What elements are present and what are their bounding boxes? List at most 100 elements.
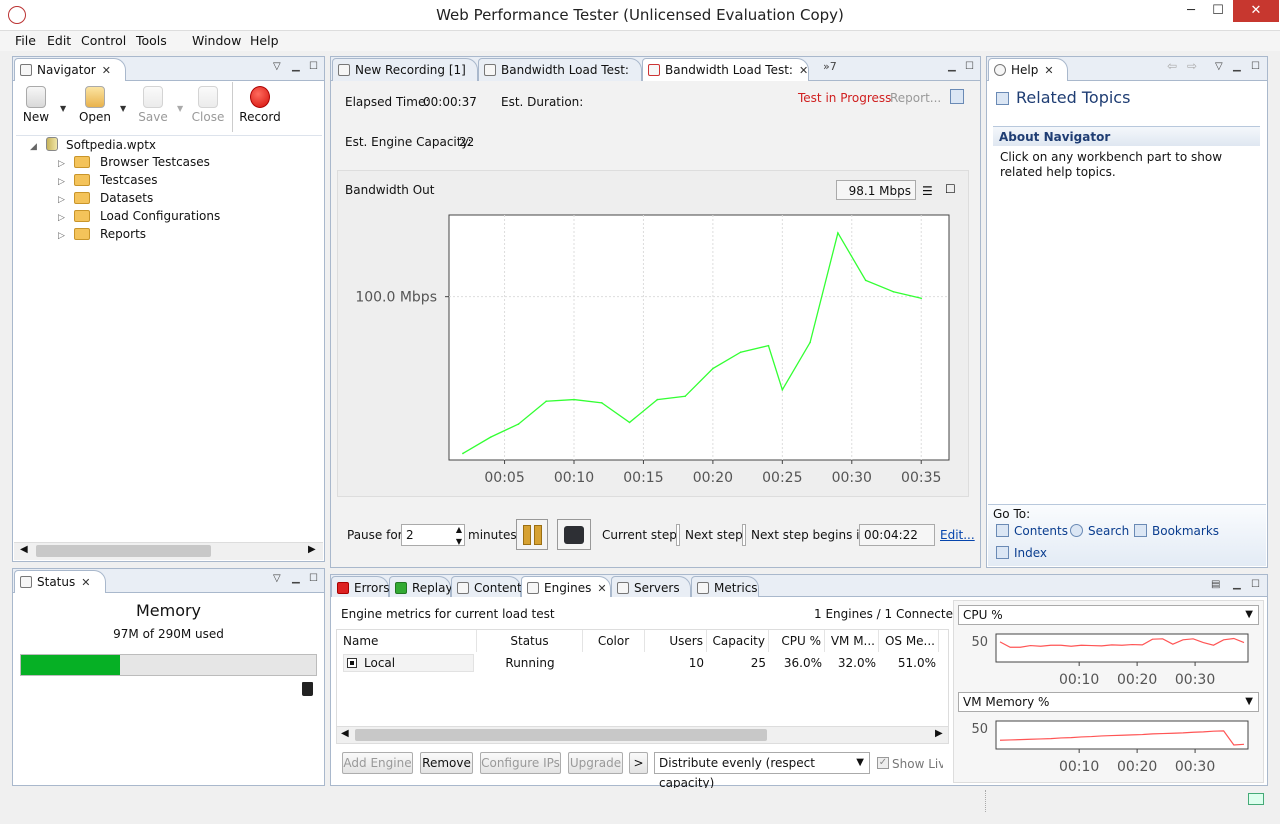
close-tab-icon[interactable]: ✕ bbox=[102, 64, 111, 77]
distribute-select[interactable]: Distribute evenly (respect capacity) ▼ bbox=[654, 752, 870, 790]
minimize-view-icon[interactable]: ▁ bbox=[1233, 579, 1241, 590]
pause-spinner[interactable]: 2 ▲ ▼ bbox=[401, 524, 465, 546]
tab-status[interactable]: Status ✕ bbox=[14, 570, 106, 593]
configure-ips-button[interactable]: Configure IPs bbox=[480, 752, 561, 774]
menu-window[interactable]: Window bbox=[192, 33, 241, 48]
more-button[interactable]: > bbox=[629, 752, 648, 774]
close-tab-icon[interactable]: ✕ bbox=[81, 576, 90, 589]
progress-icon[interactable] bbox=[1248, 793, 1264, 805]
expand-arrow-icon[interactable]: ▷ bbox=[58, 213, 74, 223]
col-status[interactable]: Status bbox=[477, 630, 583, 652]
trash-icon[interactable] bbox=[302, 682, 313, 696]
col-color[interactable]: Color bbox=[583, 630, 645, 652]
tree-item-load-configurations[interactable]: ▷ Load Configurations bbox=[58, 209, 220, 227]
save-dropdown-icon[interactable]: ▼ bbox=[177, 104, 183, 113]
stop-button[interactable] bbox=[557, 519, 591, 550]
help-index-link[interactable]: Index bbox=[996, 546, 1047, 560]
maximize-view-icon[interactable]: ☐ bbox=[1251, 579, 1260, 590]
minimize-view-icon[interactable]: ▁ bbox=[948, 61, 956, 72]
tab-content[interactable]: Content bbox=[451, 576, 522, 597]
scroll-right-icon[interactable]: ▶ bbox=[935, 728, 943, 739]
forward-icon[interactable]: ⇨ bbox=[1187, 59, 1197, 73]
show-live-checkbox[interactable]: ✓ bbox=[877, 757, 889, 769]
record-button[interactable]: Record bbox=[238, 86, 282, 124]
new-button[interactable]: New bbox=[14, 86, 58, 124]
minimize-view-icon[interactable]: ▁ bbox=[1233, 61, 1241, 72]
minimize-view-icon[interactable]: ▁ bbox=[292, 573, 300, 584]
expand-arrow-icon[interactable]: ▷ bbox=[58, 195, 74, 205]
expand-arrow-icon[interactable]: ▷ bbox=[58, 159, 74, 169]
tab-replay[interactable]: Replay bbox=[389, 576, 453, 597]
remove-button[interactable]: Remove bbox=[420, 752, 473, 774]
save-button[interactable]: Save bbox=[131, 86, 175, 124]
col-vm-memory[interactable]: VM M... bbox=[825, 630, 879, 652]
menu-control[interactable]: Control bbox=[81, 33, 126, 48]
col-capacity[interactable]: Capacity bbox=[707, 630, 769, 652]
tab-navigator[interactable]: Navigator ✕ bbox=[14, 58, 126, 81]
chart-maximize-icon[interactable]: ☐ bbox=[945, 182, 956, 196]
maximize-view-icon[interactable]: ☐ bbox=[309, 573, 318, 584]
view-menu-icon[interactable]: ▽ bbox=[273, 573, 281, 584]
report-link[interactable]: Report... bbox=[890, 91, 941, 105]
scroll-thumb[interactable] bbox=[36, 545, 211, 557]
close-tab-icon[interactable]: ✕ bbox=[597, 582, 606, 595]
tab-errors[interactable]: Errors bbox=[331, 576, 390, 597]
scroll-left-icon[interactable]: ◀ bbox=[341, 728, 349, 739]
table-row[interactable]: Local Running 10 25 36.0% 32.0% 51.0% bbox=[337, 652, 948, 674]
tab-new-recording[interactable]: New Recording [1] bbox=[332, 58, 478, 81]
tree-item-browser-testcases[interactable]: ▷ Browser Testcases bbox=[58, 155, 210, 173]
maximize-view-icon[interactable]: ☐ bbox=[309, 61, 318, 72]
tab-engines[interactable]: Engines ✕ bbox=[521, 576, 611, 597]
view-menu-icon[interactable]: ▽ bbox=[273, 61, 281, 72]
tree-item-datasets[interactable]: ▷ Datasets bbox=[58, 191, 153, 209]
open-dropdown-icon[interactable]: ▼ bbox=[120, 104, 126, 113]
back-icon[interactable]: ⇦ bbox=[1167, 59, 1177, 73]
minimize-view-icon[interactable]: ▁ bbox=[292, 61, 300, 72]
scroll-right-icon[interactable]: ▶ bbox=[308, 544, 316, 555]
tree-item-reports[interactable]: ▷ Reports bbox=[58, 227, 146, 245]
tab-bandwidth-load-test-1[interactable]: Bandwidth Load Test: bbox=[478, 58, 642, 81]
minimize-button[interactable]: ─ bbox=[1177, 0, 1205, 22]
menu-edit[interactable]: Edit bbox=[47, 33, 71, 48]
chart-options-icon[interactable]: ☰ bbox=[922, 184, 933, 198]
menu-tools[interactable]: Tools bbox=[136, 33, 167, 48]
collapse-arrow-icon[interactable]: ◢ bbox=[30, 142, 46, 152]
pause-button[interactable] bbox=[516, 519, 548, 550]
close-window-button[interactable]: ✕ bbox=[1233, 0, 1279, 22]
tree-item-testcases[interactable]: ▷ Testcases bbox=[58, 173, 157, 191]
col-users[interactable]: Users bbox=[645, 630, 707, 652]
menu-help[interactable]: Help bbox=[250, 33, 279, 48]
export-icon[interactable] bbox=[950, 89, 964, 104]
scroll-left-icon[interactable]: ◀ bbox=[20, 544, 28, 555]
expand-arrow-icon[interactable]: ▷ bbox=[58, 231, 74, 241]
close-tab-icon[interactable]: ✕ bbox=[799, 64, 808, 77]
add-engine-button[interactable]: Add Engine bbox=[342, 752, 413, 774]
open-button[interactable]: Open bbox=[73, 86, 117, 124]
spin-down-icon[interactable]: ▼ bbox=[456, 532, 462, 552]
col-name[interactable]: Name bbox=[343, 630, 477, 652]
tab-overflow[interactable]: »7 bbox=[823, 60, 837, 73]
help-contents-link[interactable]: Contents bbox=[996, 524, 1068, 538]
expand-arrow-icon[interactable]: ▷ bbox=[58, 177, 74, 187]
close-button[interactable]: Close bbox=[186, 86, 230, 124]
engines-hscrollbar[interactable]: ◀ ▶ bbox=[337, 726, 948, 743]
help-bookmarks-link[interactable]: Bookmarks bbox=[1134, 524, 1219, 538]
export-view-icon[interactable]: ▤ bbox=[1211, 579, 1220, 590]
cpu-metric-select[interactable]: CPU % ▼ bbox=[958, 605, 1259, 625]
navigator-hscrollbar[interactable]: ◀ ▶ bbox=[14, 542, 323, 560]
maximize-view-icon[interactable]: ☐ bbox=[965, 61, 974, 72]
tree-root[interactable]: ◢ Softpedia.wptx bbox=[30, 137, 156, 155]
tab-servers[interactable]: Servers bbox=[611, 576, 691, 597]
edit-link[interactable]: Edit... bbox=[940, 528, 975, 542]
maximize-view-icon[interactable]: ☐ bbox=[1251, 61, 1260, 72]
vm-memory-metric-select[interactable]: VM Memory % ▼ bbox=[958, 692, 1259, 712]
new-dropdown-icon[interactable]: ▼ bbox=[60, 104, 66, 113]
upgrade-button[interactable]: Upgrade bbox=[568, 752, 623, 774]
menu-file[interactable]: File bbox=[15, 33, 36, 48]
tab-bandwidth-load-test-2[interactable]: Bandwidth Load Test: ✕ bbox=[642, 58, 809, 81]
maximize-button[interactable]: ☐ bbox=[1204, 0, 1232, 22]
col-cpu[interactable]: CPU % bbox=[769, 630, 825, 652]
view-menu-icon[interactable]: ▽ bbox=[1215, 61, 1223, 72]
tab-metrics[interactable]: Metrics bbox=[691, 576, 759, 597]
tab-help[interactable]: Help ✕ bbox=[988, 58, 1068, 81]
